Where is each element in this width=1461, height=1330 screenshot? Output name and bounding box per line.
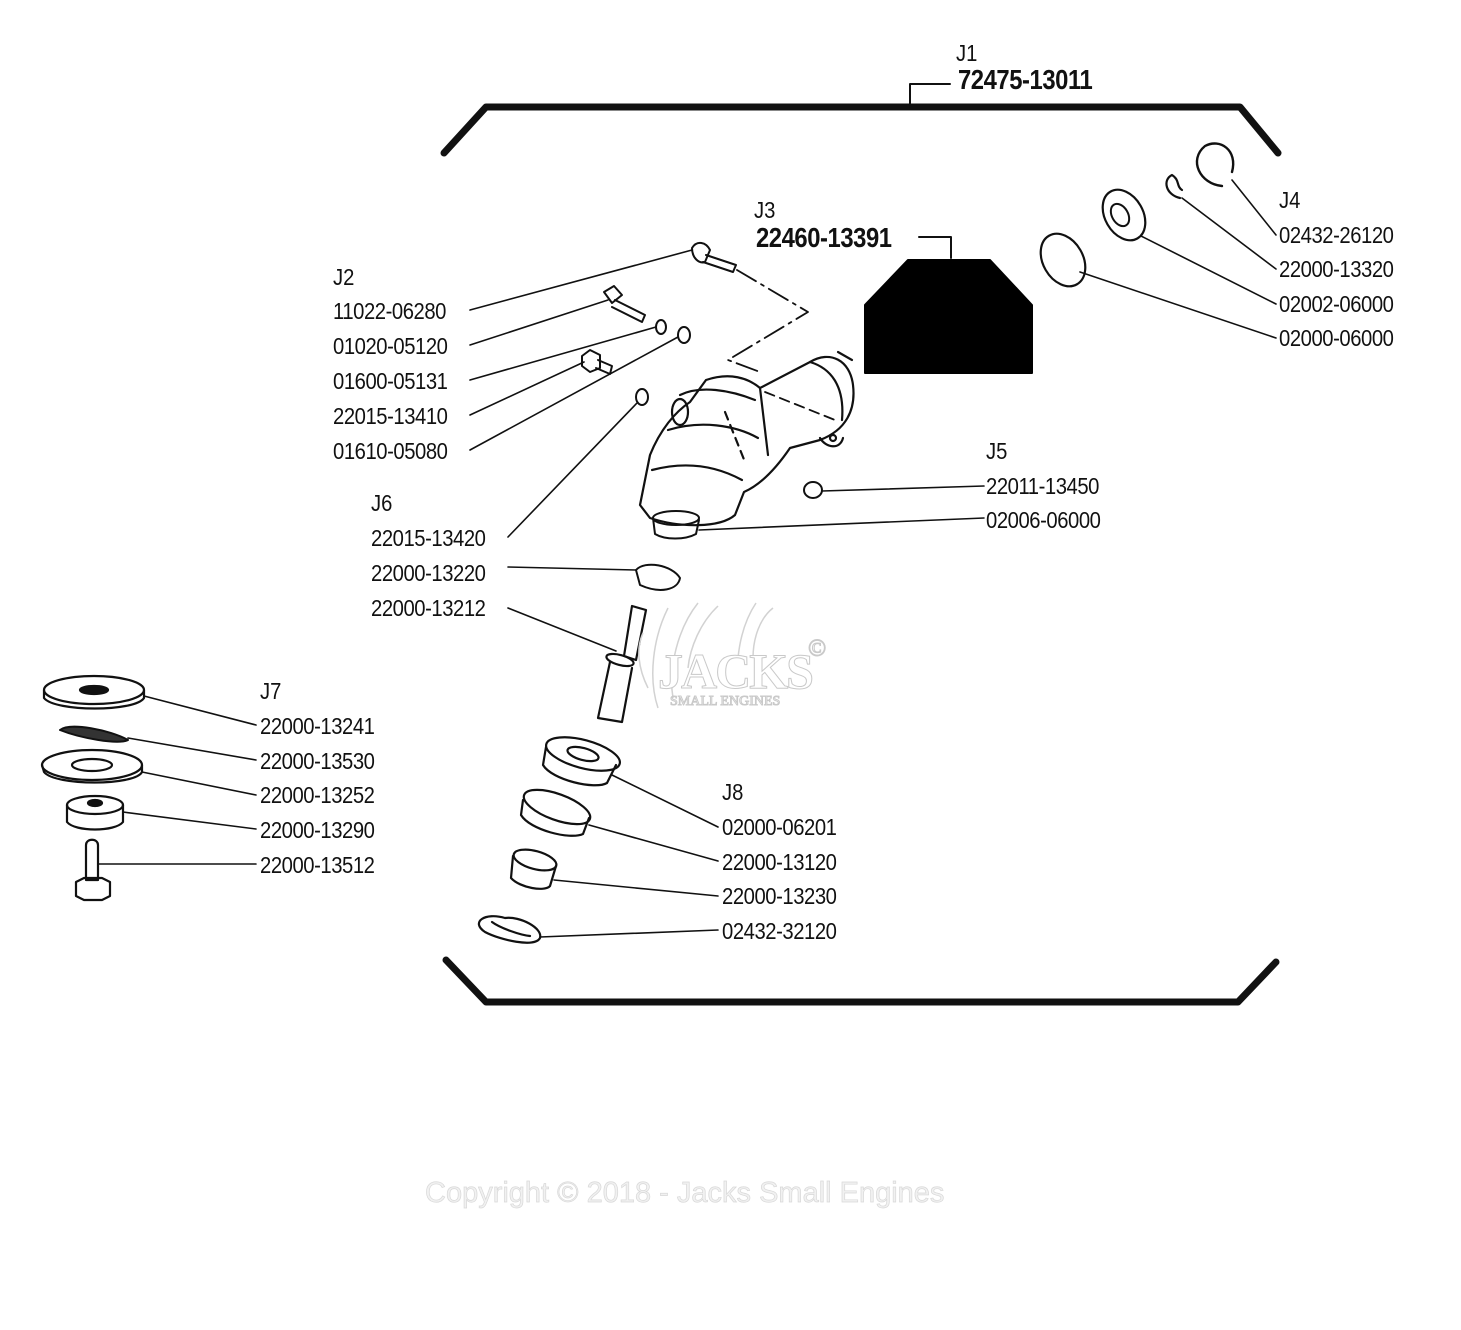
part-number[interactable]: 22000-13241 — [260, 715, 375, 738]
nut-22011-13450 — [803, 481, 823, 499]
group-label-J1: J1 — [956, 40, 978, 66]
washer-22000-13241 — [42, 674, 146, 710]
part-number[interactable]: 22000-13230 — [722, 885, 837, 908]
lock-washer-01600-05131 — [655, 319, 667, 335]
part-number[interactable]: 22000-13212 — [371, 597, 486, 620]
part-number[interactable]: 22000-13252 — [260, 784, 375, 807]
part-number[interactable]: 02000-06201 — [722, 816, 837, 839]
group-label-J5: J5 — [986, 438, 1008, 464]
part-number[interactable]: 22015-13410 — [333, 405, 448, 428]
assembly-bracket-top — [440, 103, 1282, 157]
part-number[interactable]: 02000-06000 — [1279, 327, 1394, 350]
assembly-bracket-bottom — [442, 956, 1280, 1006]
group-label-J6: J6 — [371, 490, 393, 516]
part-number[interactable]: 02002-06000 — [1279, 293, 1394, 316]
part-number[interactable]: 11022-06280 — [333, 300, 446, 323]
watermark-brand: JACKS — [658, 643, 815, 700]
part-number-assembly[interactable]: 72475-13011 — [958, 66, 1093, 94]
bearing-02000-06000 — [1039, 232, 1087, 288]
washer-22000-13252 — [40, 748, 144, 784]
group-label-J8: J8 — [722, 779, 744, 805]
watermark-logo: JACKS SMALL ENGINES © — [628, 598, 838, 716]
part-number[interactable]: 22000-13512 — [260, 854, 375, 877]
washer-22015-13420 — [635, 388, 649, 406]
copyright-footer: Copyright © 2018 - Jacks Small Engines — [425, 1177, 945, 1210]
watermark-tagline: SMALL ENGINES — [669, 694, 781, 710]
bearing-22000-13120 — [519, 788, 592, 837]
part-number[interactable]: 01020-05120 — [333, 335, 448, 358]
part-number[interactable]: 22000-13290 — [260, 819, 375, 842]
assembly-centerline — [727, 269, 809, 373]
part-number[interactable]: 22000-13220 — [371, 562, 486, 585]
bolt-01020-05120 — [603, 285, 646, 323]
clip-22000-13320 — [1165, 173, 1184, 200]
part-number[interactable]: 22000-13120 — [722, 851, 837, 874]
part-number[interactable]: 22011-13450 — [986, 475, 1099, 498]
group-label-J3: J3 — [754, 197, 776, 223]
sleeve-22000-13230 — [509, 848, 558, 890]
part-number[interactable]: 02432-26120 — [1279, 224, 1394, 247]
gear-case-housing — [638, 350, 855, 527]
part-number[interactable]: 22000-13530 — [260, 750, 375, 773]
part-number[interactable]: 01600-05131 — [333, 370, 448, 393]
washer-01610-05080 — [677, 326, 691, 344]
bearing-02002-06000-inner — [1109, 202, 1131, 228]
part-number[interactable]: 02432-32120 — [722, 920, 837, 943]
part-number[interactable]: 02006-06000 — [986, 509, 1101, 532]
spring-22000-13530 — [59, 725, 129, 743]
watermark-copyright-mark: © — [807, 636, 827, 663]
part-number-cover[interactable]: 22460-13391 — [756, 224, 892, 252]
bearing-02000-06201 — [541, 736, 621, 787]
group-label-J4: J4 — [1279, 187, 1301, 213]
bolt-11022-06280 — [691, 242, 737, 273]
gear-cover-leader — [918, 236, 952, 259]
snap-ring-02432-26120 — [1195, 142, 1235, 188]
assembly-centerline-2 — [764, 391, 836, 421]
gear-cover-part — [864, 259, 1033, 374]
part-number[interactable]: 22015-13420 — [371, 527, 486, 550]
part-number[interactable]: 01610-05080 — [333, 440, 448, 463]
snap-ring-02432-32120 — [477, 915, 542, 944]
gear-22000-13220 — [635, 563, 681, 591]
collar-22000-13290 — [65, 794, 125, 831]
group-label-J2: J2 — [333, 264, 355, 290]
bolt-22000-13512 — [74, 838, 112, 902]
group-label-J7: J7 — [260, 678, 282, 704]
part-number[interactable]: 22000-13320 — [1279, 258, 1394, 281]
nut-22015-13410 — [581, 349, 613, 375]
